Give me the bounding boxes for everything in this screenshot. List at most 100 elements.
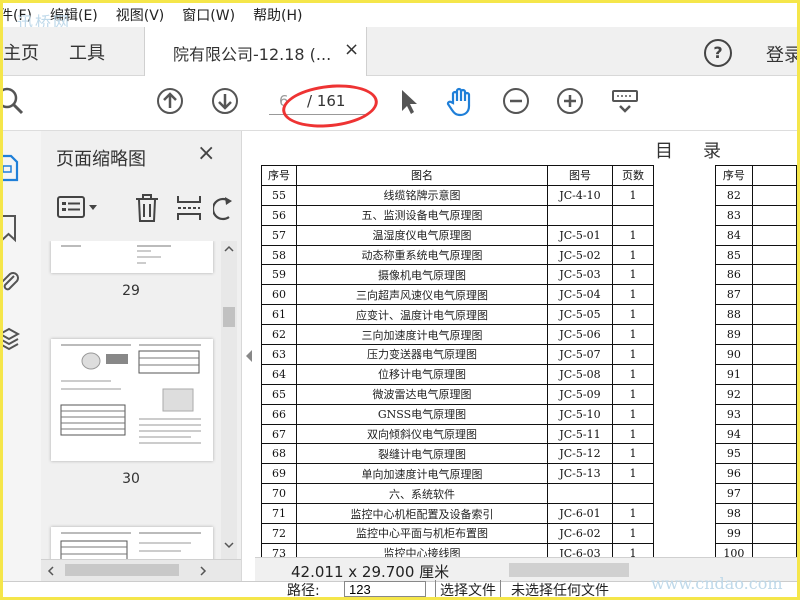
- login-button[interactable]: 登录: [766, 41, 797, 67]
- row-code: JC-5-08: [547, 363, 613, 385]
- thumbnail-scrollbar[interactable]: [221, 241, 237, 563]
- row-seq: 69: [261, 463, 297, 485]
- thumbnail-page-31[interactable]: [51, 527, 213, 561]
- horizontal-scrollbar-thumb[interactable]: [65, 564, 179, 576]
- row-seq: 59: [261, 264, 297, 286]
- side-table-row: 99: [715, 523, 797, 544]
- choose-file-button[interactable]: 选择文件: [435, 580, 501, 597]
- thumbnail-options-icon[interactable]: [57, 195, 103, 221]
- table-row: 59 摄像机电气原理图 JC-5-03 1: [261, 264, 654, 286]
- side-table-row: 91: [715, 363, 797, 385]
- side-row-blank: [751, 363, 797, 385]
- row-seq: 65: [261, 383, 297, 405]
- row-name: 压力变送器电气原理图: [296, 344, 548, 365]
- zoom-in-icon[interactable]: [555, 86, 585, 116]
- close-panel-button[interactable]: ×: [197, 141, 215, 166]
- bookmark-icon[interactable]: [3, 213, 21, 243]
- row-code: JC-5-13: [547, 463, 613, 485]
- menu-view[interactable]: 视图(V): [107, 5, 174, 25]
- side-row-blank: [751, 224, 797, 246]
- thumbnail-page-30[interactable]: [51, 339, 213, 461]
- thumbnail-page-29[interactable]: [51, 241, 213, 273]
- row-name: 单向加速度计电气原理图: [296, 463, 548, 485]
- thumbnail-list: 29 30: [41, 241, 221, 561]
- select-cursor-icon[interactable]: [393, 86, 423, 116]
- tab-home[interactable]: 主页: [3, 39, 39, 65]
- header-seq: 序号: [261, 165, 297, 186]
- header-name: 图名: [296, 165, 548, 186]
- side-row-blank: [751, 344, 797, 365]
- table-row: 56 五、监测设备电气原理图: [261, 204, 654, 226]
- side-table-row: 89: [715, 324, 797, 346]
- fit-page-icon[interactable]: [610, 86, 640, 116]
- row-seq: 66: [261, 403, 297, 425]
- attachment-icon[interactable]: [3, 267, 21, 297]
- previous-page-icon[interactable]: [155, 86, 185, 116]
- side-table-row: 92: [715, 383, 797, 405]
- search-icon[interactable]: [3, 86, 25, 116]
- row-seq: 58: [261, 244, 297, 266]
- tab-document[interactable]: 院有限公司-12.18 (... ×: [144, 27, 367, 76]
- rotate-page-icon[interactable]: [213, 195, 233, 223]
- page-thumbnails-icon[interactable]: [3, 153, 21, 183]
- delete-page-icon[interactable]: [133, 193, 161, 223]
- side-row-blank: [751, 324, 797, 346]
- row-code: JC-5-03: [547, 264, 613, 286]
- side-table-row: 86: [715, 264, 797, 286]
- layers-icon[interactable]: [3, 325, 21, 355]
- table-row: 68 裂缝计电气原理图 JC-5-12 1: [261, 443, 654, 465]
- table-row: 60 三向超声风速仪电气原理图 JC-5-04 1: [261, 284, 654, 306]
- table-row: 70 六、系统软件: [261, 483, 654, 505]
- menu-help[interactable]: 帮助(H): [244, 5, 311, 25]
- side-row-blank: [751, 304, 797, 326]
- row-seq: 55: [261, 184, 297, 206]
- insert-page-icon[interactable]: [175, 193, 203, 223]
- row-name: 监控中心机柜配置及设备索引: [296, 503, 548, 525]
- document-horizontal-scrollbar[interactable]: [509, 563, 629, 577]
- side-row-seq: 88: [715, 304, 753, 326]
- side-row-blank: [751, 244, 797, 266]
- page-thumbnails-panel: 页面缩略图 × 29 30: [41, 131, 242, 582]
- table-row: 72 监控中心平面与机柜布置图 JC-6-02 1: [261, 523, 654, 544]
- row-pages: [612, 204, 654, 226]
- table-row: 62 三向加速度计电气原理图 JC-5-06 1: [261, 324, 654, 346]
- no-file-chosen-label: 未选择任何文件: [511, 583, 609, 597]
- row-code: JC-5-09: [547, 383, 613, 405]
- thumbnail-horizontal-scrollbar[interactable]: [41, 559, 241, 582]
- tab-tools[interactable]: 工具: [69, 39, 105, 65]
- row-pages: 1: [612, 443, 654, 465]
- next-page-icon[interactable]: [210, 86, 240, 116]
- side-row-blank: [751, 284, 797, 306]
- row-code: JC-5-05: [547, 304, 613, 326]
- row-code: JC-6-02: [547, 523, 613, 544]
- row-name: 温湿度仪电气原理图: [296, 224, 548, 246]
- help-icon[interactable]: ?: [704, 39, 732, 67]
- thumbnail-scrollbar-thumb[interactable]: [223, 307, 235, 327]
- watermark-bottom-right: www.cndao.com: [651, 574, 783, 593]
- row-seq: 70: [261, 483, 297, 505]
- menu-bar: 件(F) 编辑(E) 视图(V) 窗口(W) 帮助(H): [3, 3, 797, 27]
- directory-heading-right: 录: [703, 141, 721, 162]
- path-input[interactable]: [344, 581, 426, 597]
- row-pages: [612, 483, 654, 505]
- row-name: 三向超声风速仪电气原理图: [296, 284, 548, 306]
- collapse-panel-icon[interactable]: [243, 341, 255, 371]
- row-pages: 1: [612, 423, 654, 445]
- panel-title: 页面缩略图: [56, 149, 146, 170]
- row-code: JC-5-02: [547, 244, 613, 266]
- row-code: JC-5-07: [547, 344, 613, 365]
- row-name: 微波雷达电气原理图: [296, 383, 548, 405]
- menu-window[interactable]: 窗口(W): [173, 5, 244, 25]
- row-pages: 1: [612, 463, 654, 485]
- thumbnail-label-29: 29: [122, 283, 140, 299]
- row-name: 应变计、温度计电气原理图: [296, 304, 548, 326]
- directory-heading-left: 目: [655, 141, 673, 162]
- side-row-seq: 85: [715, 244, 753, 266]
- table-row: 55 线缆铭牌示意图 JC-4-10 1: [261, 184, 654, 206]
- zoom-out-icon[interactable]: [501, 86, 531, 116]
- side-row-seq: 96: [715, 463, 753, 485]
- document-view: 目 录 序号 图名 图号 页数 55 线缆铭牌示意图 JC-4-10 1 56 五、监测设…: [255, 131, 797, 581]
- row-seq: 64: [261, 363, 297, 385]
- hand-tool-icon[interactable]: [444, 86, 474, 117]
- close-tab-button[interactable]: ×: [344, 39, 359, 60]
